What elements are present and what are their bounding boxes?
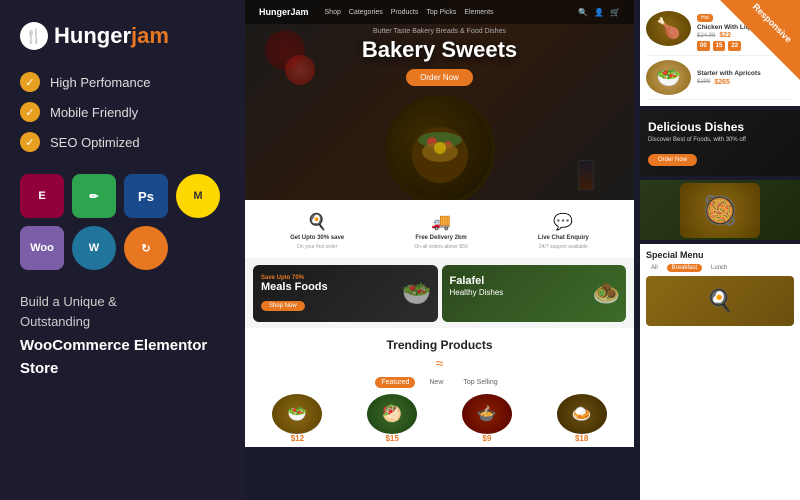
icon-feature-delivery: 🚚 Free Delivery 2km On all orders above … [414, 212, 467, 250]
product-card: 🥙 $15 [348, 394, 437, 443]
showcase-old-price-1: $24.99 [697, 33, 715, 39]
center-column: HungerJam Shop Categories Products Top P… [245, 0, 634, 500]
hero-order-button[interactable]: Order Now [406, 69, 473, 86]
count-hours: 00 [697, 41, 710, 51]
special-tab-lunch[interactable]: Lunch [706, 264, 732, 272]
promo-meals: Save Upto 70% Meals Foods Shop Now 🥗 [253, 265, 438, 322]
delicious-title: Delicious Dishes [648, 120, 792, 134]
special-menu-image: 🍳 [646, 276, 794, 326]
hero-logo: HungerJam [259, 7, 309, 17]
product-card: 🥗 $12 [253, 394, 342, 443]
feature-item: ✓ SEO Optimized [20, 132, 225, 152]
product-image: 🍛 [557, 394, 607, 434]
special-menu-title: Special Menu [646, 250, 794, 260]
trending-header: Trending Products ≈ [253, 336, 626, 371]
hero-section: HungerJam Shop Categories Products Top P… [245, 0, 634, 200]
feature-item: ✓ High Perfomance [20, 72, 225, 92]
cart-icon[interactable]: 🛒 [610, 8, 620, 17]
search-icon[interactable]: 🔍 [578, 8, 588, 17]
icons-row: 🍳 Get Upto 30% save On your first order … [245, 200, 634, 259]
check-icon: ✓ [20, 102, 40, 122]
responsive-badge-container: Responsive [720, 0, 800, 80]
logo-icon: 🍴 [20, 22, 48, 50]
drink-decor [578, 160, 594, 190]
wp-badge: W [72, 226, 116, 270]
special-tab-breakfast[interactable]: Breakfast [667, 264, 702, 272]
edit-badge: ✏ [72, 174, 116, 218]
plugin-icons: E ✏ Ps M Woo W ↻ [20, 174, 225, 270]
features-list: ✓ High Perfomance ✓ Mobile Friendly ✓ SE… [20, 72, 225, 152]
delicious-banner: Delicious Dishes Discover Best of Foods,… [640, 110, 800, 176]
user-icon[interactable]: 👤 [594, 8, 604, 17]
delicious-order-button[interactable]: Order Now [648, 154, 697, 166]
promo-falafel: Falafel Healthy Dishes 🧆 [442, 265, 627, 322]
showcase-image-1: 🍗 [646, 11, 691, 46]
product-image: 🥗 [272, 394, 322, 434]
hero-subtitle: Butter Taste Bakery Breads & Food Dishes [245, 28, 634, 35]
chat-icon: 💬 [553, 212, 573, 232]
special-menu-tabs: All Breakfast Lunch [646, 264, 794, 272]
delivery-icon: 🚚 [431, 212, 451, 232]
hero-nav: HungerJam Shop Categories Products Top P… [245, 0, 634, 24]
right-content: HungerJam Shop Categories Products Top P… [245, 0, 800, 500]
showcase-image-2: 🥗 [646, 60, 691, 95]
trending-section: Trending Products ≈ Featured New Top Sel… [245, 328, 634, 447]
falafel-food-icon: 🧆 [593, 281, 620, 307]
hero-food-image [385, 95, 495, 200]
delicious-desc: Discover Best of Foods, with 30% off [648, 137, 792, 143]
tab-new[interactable]: New [423, 377, 449, 388]
hero-content: Butter Taste Bakery Breads & Food Dishes… [245, 28, 634, 86]
product-card: 🍛 $18 [537, 394, 626, 443]
sync-badge: ↻ [124, 226, 168, 270]
nav-link-elements[interactable]: Elements [464, 9, 493, 16]
elementor-badge: E [20, 174, 64, 218]
product-image: 🥙 [367, 394, 417, 434]
product-card: 🍲 $9 [443, 394, 532, 443]
promo-meals-button[interactable]: Shop Now [261, 301, 305, 311]
hero-title: Bakery Sweets [245, 37, 634, 63]
trending-tabs: Featured New Top Selling [253, 377, 626, 388]
trending-products: 🥗 $12 🥙 $15 🍲 $9 🍛 $ [253, 394, 626, 443]
trending-title: Trending Products [386, 338, 492, 352]
tab-top-selling[interactable]: Top Selling [457, 377, 503, 388]
product-image: 🍲 [462, 394, 512, 434]
nav-link-categories[interactable]: Categories [349, 9, 383, 16]
special-menu: Special Menu All Breakfast Lunch 🍳 [640, 244, 800, 500]
showcase-hot-badge: Hot [697, 14, 713, 22]
logo: 🍴 Hungerjam [20, 22, 225, 50]
feature-item: ✓ Mobile Friendly [20, 102, 225, 122]
woo-badge: Woo [20, 226, 64, 270]
check-icon: ✓ [20, 132, 40, 152]
hero-nav-links: Shop Categories Products Top Picks Eleme… [325, 9, 494, 16]
icon-feature-chat: 💬 Live Chat Enquiry 24/7 support availab… [538, 212, 589, 250]
food-promo-image: 🥘 [640, 180, 800, 240]
icon-feature-discount: 🍳 Get Upto 30% save On your first order [290, 212, 344, 250]
nav-link-shop[interactable]: Shop [325, 9, 341, 16]
mc-badge: M [176, 174, 220, 218]
nav-link-products[interactable]: Products [391, 9, 419, 16]
check-icon: ✓ [20, 72, 40, 92]
build-text: Build a Unique & Outstanding WooCommerce… [20, 292, 225, 380]
nav-link-toppicks[interactable]: Top Picks [426, 9, 456, 16]
tab-featured[interactable]: Featured [375, 377, 415, 388]
meals-food-icon: 🥗 [402, 279, 432, 308]
showcase-old-price-2: $299 [697, 79, 710, 85]
main-preview: HungerJam Shop Categories Products Top P… [245, 0, 800, 500]
special-tab-all[interactable]: All [646, 264, 663, 272]
promo-banners: Save Upto 70% Meals Foods Shop Now 🥗 Fal… [245, 259, 634, 328]
ps-badge: Ps [124, 174, 168, 218]
discount-icon: 🍳 [307, 212, 327, 232]
logo-text: Hungerjam [54, 23, 169, 49]
left-panel: 🍴 Hungerjam ✓ High Perfomance ✓ Mobile F… [0, 0, 245, 500]
